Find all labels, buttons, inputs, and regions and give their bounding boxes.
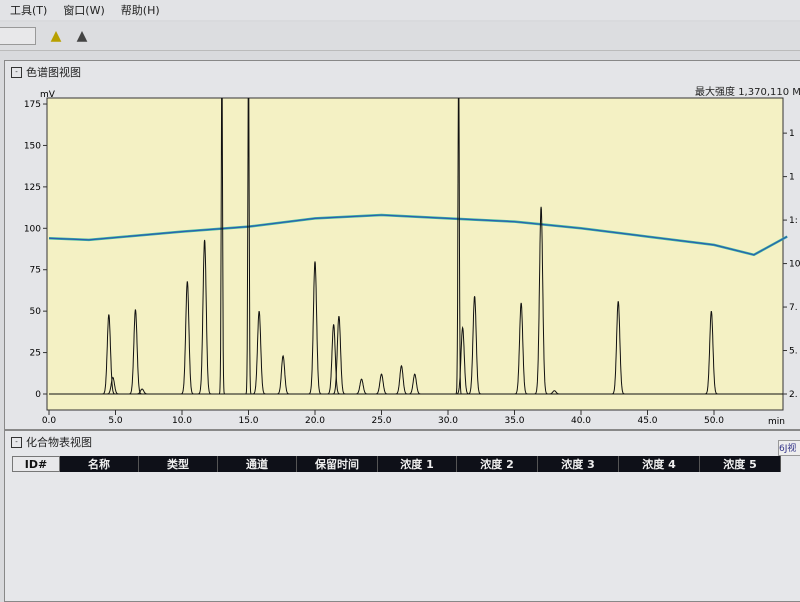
x-tick-label: 15.0 (238, 416, 258, 426)
right-tick-label: 7. (789, 303, 798, 313)
column-header[interactable]: ID# (12, 456, 60, 472)
x-tick-label: 0.0 (42, 416, 57, 426)
column-header[interactable]: 通道 (218, 456, 297, 472)
column-header[interactable]: 浓度 2 (457, 456, 538, 472)
column-header[interactable]: 浓度 4 (619, 456, 700, 472)
column-header[interactable]: 类型 (139, 456, 218, 472)
y-axis-unit: mV (40, 90, 56, 100)
y-tick-label: 150 (24, 141, 41, 151)
column-header[interactable]: 浓度 1 (378, 456, 457, 472)
x-tick-label: 30.0 (438, 416, 458, 426)
plot-area (46, 97, 784, 411)
right-tick-label: 1 (789, 173, 795, 183)
x-tick-label: 50.0 (704, 416, 724, 426)
right-tick-label: 1 (789, 129, 795, 139)
x-tick-label: 35.0 (504, 416, 524, 426)
y-tick-label: 25 (30, 349, 41, 359)
x-tick-label: 25.0 (371, 416, 391, 426)
right-tick-label: 1: (789, 216, 798, 226)
panel-title: 化合物表视图 (26, 436, 92, 449)
x-axis-unit: min (768, 417, 785, 427)
chromatogram-chart: mV min 0 25 50 75 100 125 150 175 0.0 5.0 10.0 15.0 20… (24, 90, 800, 427)
column-header[interactable]: 名称 (60, 456, 139, 472)
column-header[interactable]: 浓度 3 (538, 456, 619, 472)
y-tick-label: 50 (30, 307, 42, 317)
y-tick-label: 75 (30, 266, 41, 276)
x-tick-label: 5.0 (108, 416, 123, 426)
x-tick-label: 10.0 (172, 416, 192, 426)
compound-table-header: ID# 名称 类型 通道 保留时间 浓度 1 浓度 2 浓度 3 浓度 4 浓度 5 (12, 456, 781, 472)
x-tick-label: 20.0 (305, 416, 325, 426)
column-header[interactable]: 保留时间 (297, 456, 378, 472)
y-tick-label: 0 (35, 390, 41, 400)
y-tick-label: 175 (24, 100, 41, 110)
x-tick-label: 45.0 (637, 416, 657, 426)
right-tick-label: 2. (789, 390, 798, 400)
right-tick-label: 5. (789, 347, 798, 357)
x-tick-label: 40.0 (571, 416, 591, 426)
y-tick-label: 100 (24, 224, 41, 234)
y-tick-label: 125 (24, 183, 41, 193)
right-tick-label: 10 (789, 260, 800, 270)
collapse-icon[interactable]: - (11, 436, 22, 448)
column-header[interactable]: 浓度 5 (700, 456, 781, 472)
view-button[interactable]: 6J视 (778, 440, 800, 456)
